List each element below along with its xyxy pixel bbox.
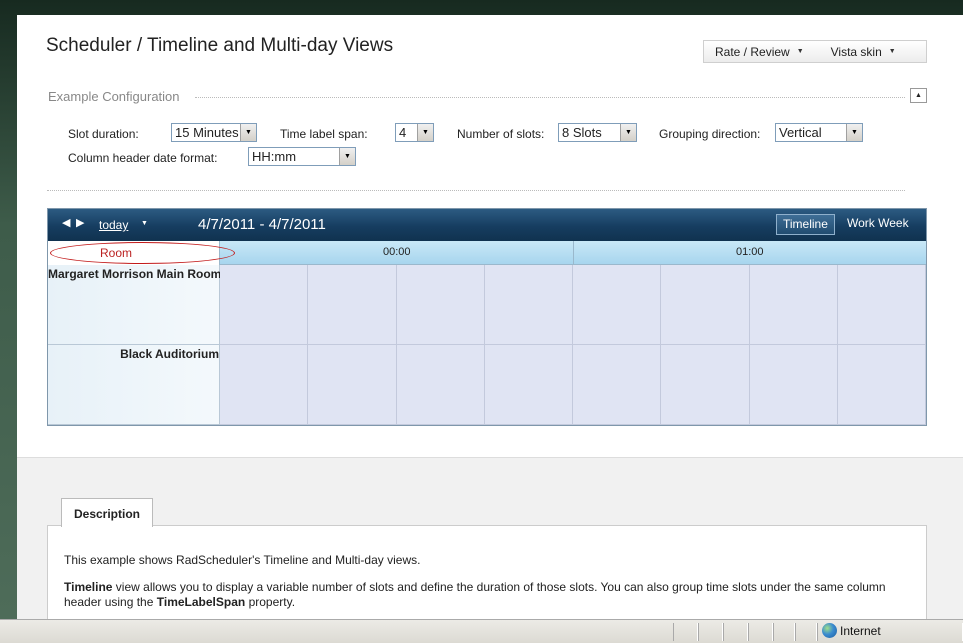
time-slot-cell[interactable] <box>308 265 397 345</box>
slot-duration-label: Slot duration: <box>68 127 139 141</box>
scheduler: ◀ ▶ today ▼ 4/7/2011 - 4/7/2011 Timeline… <box>47 208 927 426</box>
rate-review-menu[interactable]: Rate / Review ▼ <box>704 45 815 59</box>
time-header-row: Room 00:00 01:00 <box>48 241 926 265</box>
rate-review-label: Rate / Review <box>715 44 790 59</box>
slot-duration-select[interactable]: 15 Minutes ▼ <box>171 123 257 142</box>
annotation-oval <box>50 242 235 264</box>
status-bar <box>0 619 963 643</box>
time-slot-cell[interactable] <box>484 265 573 345</box>
status-zone-segment <box>817 623 963 641</box>
time-slot-cell[interactable] <box>749 345 838 425</box>
number-of-slots-select[interactable]: 8 Slots ▼ <box>558 123 637 142</box>
time-slot-cell[interactable] <box>749 265 838 345</box>
slot-grid <box>220 265 926 425</box>
status-segment <box>673 623 698 641</box>
time-label-span-value: 4 <box>399 125 407 140</box>
description-line: header using the TimeLabelSpan property. <box>64 595 914 610</box>
config-bottom-divider <box>47 190 905 191</box>
grouping-direction-value: Vertical <box>779 125 822 140</box>
time-slot-cell[interactable] <box>573 265 662 345</box>
tab-timeline[interactable]: Timeline <box>776 214 835 235</box>
demo-page: Scheduler / Timeline and Multi-day Views… <box>17 15 963 619</box>
config-heading: Example Configuration <box>48 89 180 104</box>
collapse-config-button[interactable]: ▲ <box>910 88 927 103</box>
description-text: header using the <box>64 595 157 609</box>
time-slot-cell[interactable] <box>573 345 662 425</box>
dropdown-arrow-icon: ▼ <box>240 124 256 141</box>
tab-description[interactable]: Description <box>61 498 153 527</box>
time-header-divider <box>573 241 574 265</box>
config-divider <box>195 97 905 98</box>
time-slot-cell[interactable] <box>837 345 926 425</box>
resource-column: Margaret Morrison Main Room Black Audito… <box>48 265 221 425</box>
description-bold: Timeline <box>64 580 113 594</box>
skin-label: Vista skin <box>830 44 882 59</box>
time-slot-cell[interactable] <box>837 265 926 345</box>
time-slot-cell[interactable] <box>396 265 485 345</box>
today-link[interactable]: today <box>99 218 128 232</box>
status-segment <box>748 623 773 641</box>
time-label: 01:00 <box>736 246 764 258</box>
number-of-slots-label: Number of slots: <box>457 127 545 141</box>
column-header-format-select[interactable]: HH:mm ▼ <box>248 147 356 166</box>
time-label: 00:00 <box>383 246 411 258</box>
dropdown-arrow-icon: ▼ <box>846 124 862 141</box>
grouping-direction-label: Grouping direction: <box>659 127 761 141</box>
skin-toolbar: Rate / Review ▼ Vista skin ▼ <box>703 40 927 63</box>
scheduler-toolbar: ◀ ▶ today ▼ 4/7/2011 - 4/7/2011 Timeline… <box>48 209 926 241</box>
status-segment <box>773 623 795 641</box>
date-range-label: 4/7/2011 - 4/7/2011 <box>198 216 326 233</box>
date-picker-caret-icon[interactable]: ▼ <box>141 220 148 227</box>
time-slot-cell[interactable] <box>220 265 309 345</box>
number-of-slots-value: 8 Slots <box>562 125 602 140</box>
security-zone-label: Internet <box>840 624 881 638</box>
time-slot-cell[interactable] <box>396 345 485 425</box>
resource-header: Black Auditorium <box>48 345 220 425</box>
status-segment <box>795 623 817 641</box>
caret-down-icon: ▼ <box>796 48 804 55</box>
column-header-format-label: Column header date format: <box>68 151 218 165</box>
grouping-direction-select[interactable]: Vertical ▼ <box>775 123 863 142</box>
time-slot-cell[interactable] <box>484 345 573 425</box>
status-segment <box>698 623 723 641</box>
prev-arrow-icon[interactable]: ◀ <box>62 216 70 229</box>
caret-down-icon: ▼ <box>888 48 896 55</box>
resource-header: Margaret Morrison Main Room <box>48 265 221 345</box>
description-bold: TimeLabelSpan <box>156 595 246 609</box>
description-line: This example shows RadScheduler's Timeli… <box>64 553 421 567</box>
tab-work-week[interactable]: Work Week <box>841 214 915 235</box>
time-label-span-select[interactable]: 4 ▼ <box>395 123 434 142</box>
description-text: view allows you to display a variable nu… <box>112 580 886 594</box>
globe-icon <box>822 623 837 638</box>
skin-chooser-menu[interactable]: Vista skin ▼ <box>815 45 907 59</box>
description-line: Timeline view allows you to display a va… <box>64 580 914 595</box>
column-header-format-value: HH:mm <box>252 149 297 164</box>
time-slot-cell[interactable] <box>661 265 750 345</box>
time-slot-cell[interactable] <box>308 345 397 425</box>
page-title: Scheduler / Timeline and Multi-day Views <box>46 35 394 56</box>
next-arrow-icon[interactable]: ▶ <box>76 216 84 229</box>
collapse-up-icon: ▲ <box>915 92 922 99</box>
dropdown-arrow-icon: ▼ <box>417 124 433 141</box>
time-slot-cell[interactable] <box>220 345 309 425</box>
time-label-span-label: Time label span: <box>280 127 368 141</box>
dropdown-arrow-icon: ▼ <box>339 148 355 165</box>
dropdown-arrow-icon: ▼ <box>620 124 636 141</box>
status-segment <box>723 623 748 641</box>
description-text: property. <box>245 595 296 609</box>
slot-duration-value: 15 Minutes <box>175 125 239 140</box>
time-slot-cell[interactable] <box>661 345 750 425</box>
